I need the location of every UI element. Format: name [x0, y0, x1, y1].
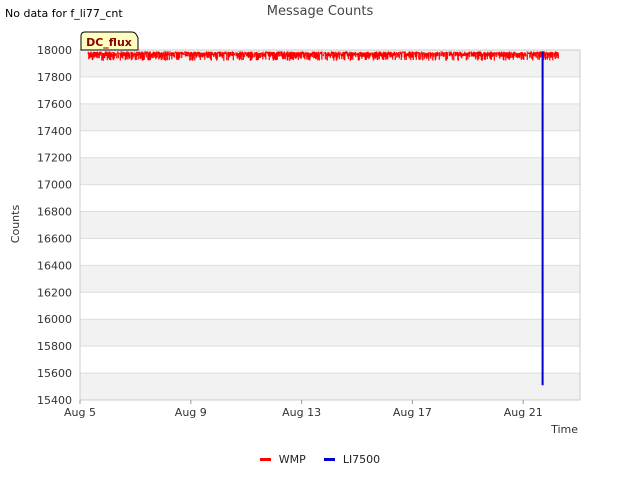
x-tick-label: Aug 21 — [504, 406, 543, 419]
legend-item-li7500: LI7500 — [323, 453, 381, 466]
y-tick-label: 16200 — [37, 286, 72, 299]
y-tick-label: 17000 — [37, 179, 72, 192]
x-tick-label: Aug 9 — [175, 406, 207, 419]
y-tick-label: 17800 — [37, 71, 72, 84]
y-tick-label: 17400 — [37, 125, 72, 138]
grid-band — [80, 157, 580, 185]
chart-area: 1540015600158001600016200164001660016800… — [9, 31, 581, 436]
x-tick-label: Aug 5 — [64, 406, 96, 419]
legend-item-wmp: WMP — [259, 453, 306, 466]
y-tick-label: 16800 — [37, 206, 72, 219]
x-axis-title: Time — [550, 423, 578, 436]
y-tick-label: 17200 — [37, 152, 72, 165]
grid-band — [80, 211, 580, 239]
y-tick-label: 16400 — [37, 259, 72, 272]
grid-band — [80, 265, 580, 293]
grid-band — [80, 103, 580, 131]
y-tick-label: 15600 — [37, 367, 72, 380]
x-axis: Aug 5 Aug 9 Aug 13 Aug 17 Aug 21 — [64, 400, 543, 419]
grid-band — [80, 373, 580, 400]
y-axis-title: Counts — [9, 205, 22, 244]
y-axis: 1540015600158001600016200164001660016800… — [37, 44, 72, 407]
y-tick-label: 18000 — [37, 44, 72, 57]
legend-label-li7500: LI7500 — [342, 453, 381, 466]
y-tick-label: 16000 — [37, 313, 72, 326]
y-tick-label: 15800 — [37, 340, 72, 353]
y-tick-label: 16600 — [37, 232, 72, 245]
legend-swatch-li7500 — [323, 458, 335, 461]
y-tick-label: 17600 — [37, 98, 72, 111]
dc-flux-tag: DC_flux — [80, 31, 139, 51]
legend-label-wmp: WMP — [278, 453, 306, 466]
x-tick-label: Aug 13 — [282, 406, 321, 419]
grid-bands — [80, 50, 580, 400]
legend-swatch-wmp — [259, 458, 271, 461]
x-tick-label: Aug 17 — [393, 406, 432, 419]
dc-flux-label: DC_flux — [86, 36, 132, 49]
legend: WMP LI7500 — [0, 453, 640, 466]
grid-band — [80, 319, 580, 347]
